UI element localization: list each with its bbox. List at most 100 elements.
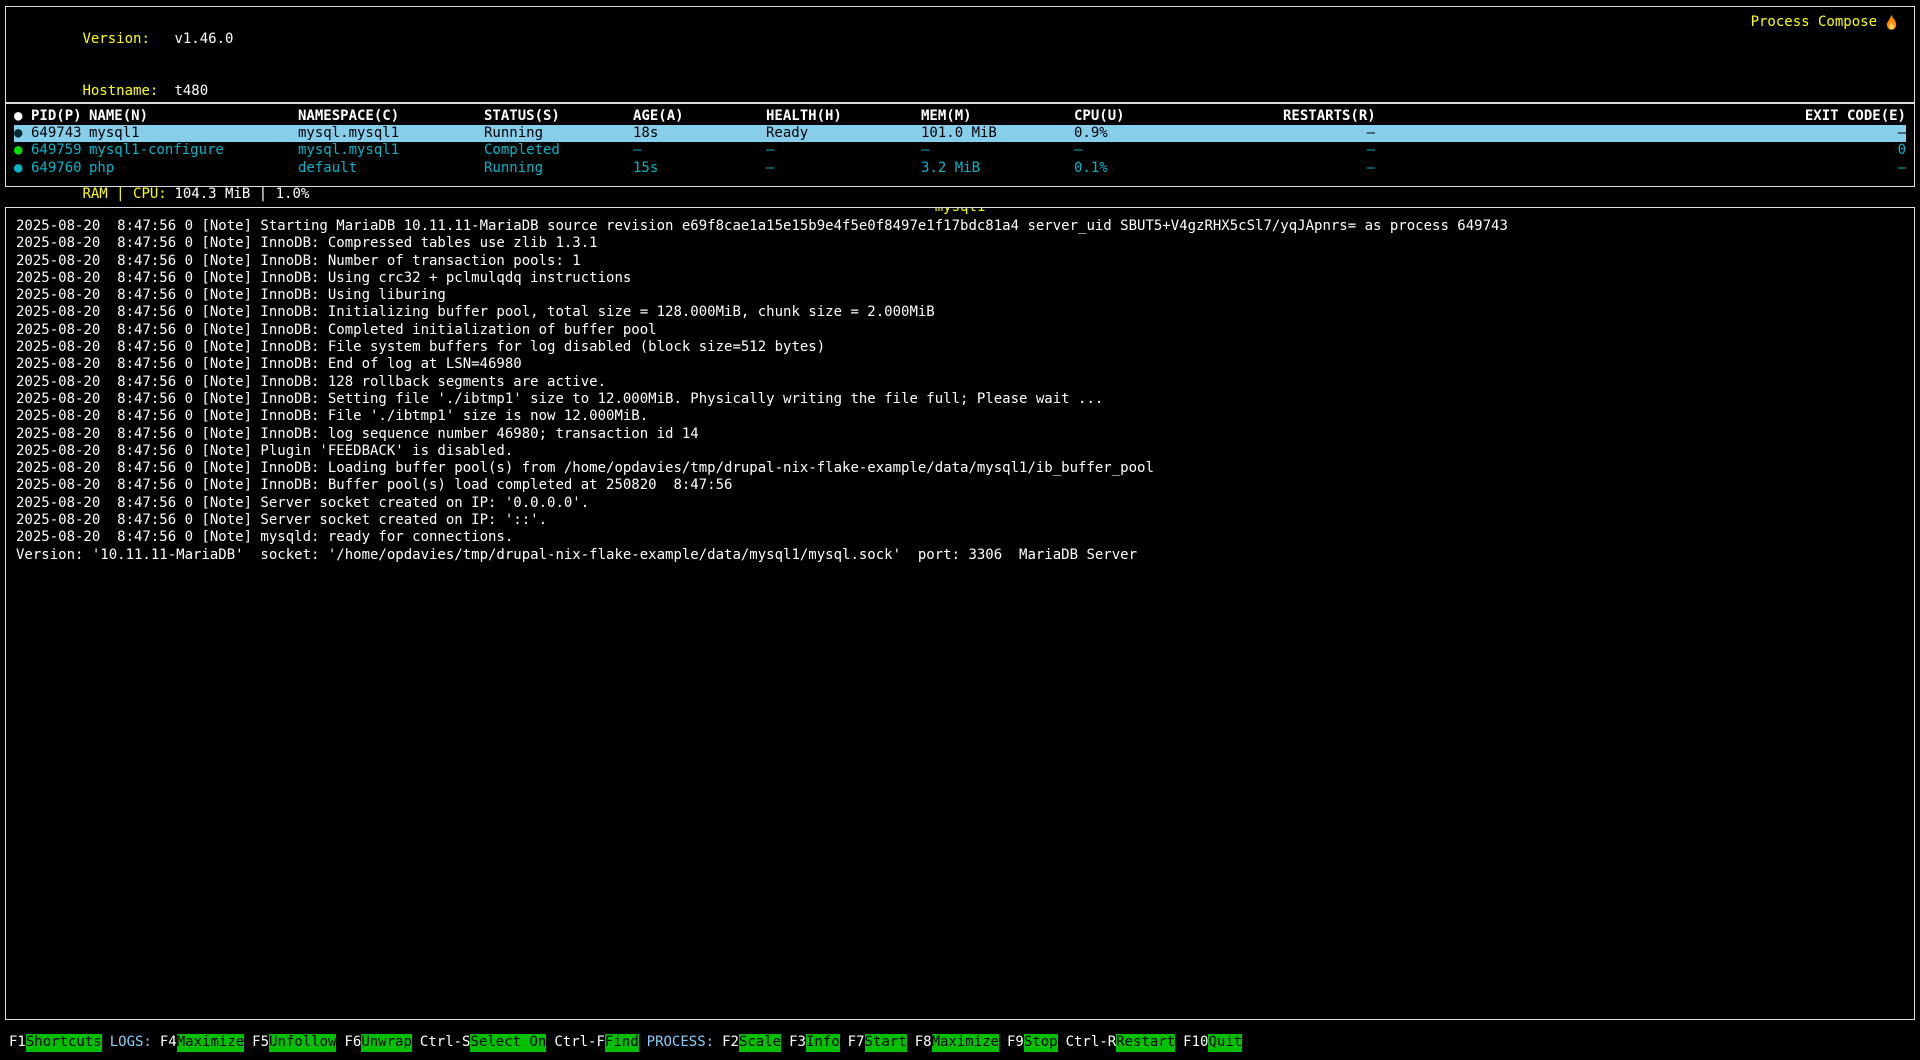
shortcut-key: F6 — [344, 1034, 361, 1051]
log-line: 2025-08-20 8:47:56 0 [Note] Plugin 'FEED… — [16, 443, 1904, 460]
app-title-text: Process Compose — [1751, 14, 1877, 31]
cell-pid: 649759 — [31, 142, 89, 159]
shortcut-action-label: Restart — [1116, 1034, 1175, 1051]
column-header: PID(P) — [31, 108, 89, 125]
shortcut-action-label: Scale — [739, 1034, 781, 1051]
log-line: 2025-08-20 8:47:56 0 [Note] InnoDB: Usin… — [16, 287, 1904, 304]
status-dot-icon: ● — [14, 142, 31, 159]
version-label: Version: — [82, 31, 174, 48]
cell-age: 15s — [633, 160, 766, 177]
shortcut-action-label: Unwrap — [361, 1034, 412, 1051]
column-header: NAMESPACE(C) — [298, 108, 484, 125]
log-line: 2025-08-20 8:47:56 0 [Note] InnoDB: End … — [16, 356, 1904, 373]
cell-namespace: mysql.mysql1 — [298, 125, 484, 142]
shortcut-item[interactable]: F2Scale — [722, 1034, 781, 1051]
table-row[interactable]: ● 649743 mysql1 mysql.mysql1 Running 18s… — [14, 125, 1906, 142]
cell-exit-code: – — [1375, 125, 1906, 142]
shortcut-item[interactable]: Ctrl-FFind — [554, 1034, 638, 1051]
shortcut-key: Ctrl-F — [554, 1034, 605, 1051]
hostname-label: Hostname: — [82, 83, 174, 100]
cell-name: php — [89, 160, 298, 177]
shortcut-item[interactable]: F5Unfollow — [252, 1034, 336, 1051]
cell-status: Running — [484, 160, 633, 177]
log-line: 2025-08-20 8:47:56 0 [Note] InnoDB: Comp… — [16, 322, 1904, 339]
log-line: 2025-08-20 8:47:56 0 [Note] InnoDB: Init… — [16, 304, 1904, 321]
column-header: CPU(U) — [1074, 108, 1283, 125]
log-panel: mysql1 2025-08-20 8:47:56 0 [Note] Start… — [5, 207, 1915, 1020]
shortcut-key: F9 — [1007, 1034, 1024, 1051]
log-line: 2025-08-20 8:47:56 0 [Note] InnoDB: Load… — [16, 460, 1904, 477]
shortcut-key: F4 — [160, 1034, 177, 1051]
log-line: Version: '10.11.11-MariaDB' socket: '/ho… — [16, 547, 1904, 564]
cell-cpu: 0.9% — [1074, 125, 1283, 142]
version-value: v1.46.0 — [174, 31, 233, 47]
cell-name: mysql1-configure — [89, 142, 298, 159]
table-row[interactable]: ● 649760 php default Running 15s – 3.2 M… — [14, 160, 1906, 177]
cell-name: mysql1 — [89, 125, 298, 142]
log-line: 2025-08-20 8:47:56 0 [Note] InnoDB: File… — [16, 339, 1904, 356]
table-row[interactable]: ● 649759 mysql1-configure mysql.mysql1 C… — [14, 142, 1906, 159]
shortcut-action-label: Shortcuts — [26, 1034, 102, 1051]
shortcut-item[interactable]: F3Info — [789, 1034, 840, 1051]
log-line: 2025-08-20 8:47:56 0 [Note] mysqld: read… — [16, 529, 1904, 546]
log-line: 2025-08-20 8:47:56 0 [Note] InnoDB: Usin… — [16, 270, 1904, 287]
shortcut-item[interactable]: F1Shortcuts — [9, 1034, 102, 1051]
cell-restarts: – — [1283, 125, 1375, 142]
cell-age: – — [633, 142, 766, 159]
shortcut-action-label: Find — [605, 1034, 639, 1051]
column-header: HEALTH(H) — [766, 108, 921, 125]
cell-mem: 101.0 MiB — [921, 125, 1074, 142]
header-panel: Version:v1.46.0 Hostname:t480 Processes:… — [5, 6, 1915, 103]
column-header: NAME(N) — [89, 108, 298, 125]
shortcut-item[interactable]: Ctrl-SSelect On — [420, 1034, 546, 1051]
column-header: STATUS(S) — [484, 108, 633, 125]
cell-restarts: – — [1283, 142, 1375, 159]
shortcut-key: Ctrl-R — [1066, 1034, 1117, 1051]
cell-pid: 649743 — [31, 125, 89, 142]
log-line: 2025-08-20 8:47:56 0 [Note] InnoDB: log … — [16, 426, 1904, 443]
shortcut-item[interactable]: F7Start — [848, 1034, 907, 1051]
column-header: AGE(A) — [633, 108, 766, 125]
shortcut-bar: F1ShortcutsLOGS:F4MaximizeF5UnfollowF6Un… — [5, 1032, 1915, 1054]
shortcut-action-label: Select On — [470, 1034, 546, 1051]
cell-mem: – — [921, 142, 1074, 159]
shortcut-key: F3 — [789, 1034, 806, 1051]
shortcut-item[interactable]: F4Maximize — [160, 1034, 244, 1051]
shortcut-item[interactable]: F6Unwrap — [344, 1034, 411, 1051]
cell-exit-code: – — [1375, 160, 1906, 177]
cell-exit-code: 0 — [1375, 142, 1906, 159]
shortcut-item[interactable]: F9Stop — [1007, 1034, 1058, 1051]
status-dot-icon: ● — [14, 160, 31, 177]
column-header: MEM(M) — [921, 108, 1074, 125]
cell-status: Completed — [484, 142, 633, 159]
status-dot-icon: ● — [14, 125, 31, 142]
shortcut-item[interactable]: F8Maximize — [915, 1034, 999, 1051]
log-line: 2025-08-20 8:47:56 0 [Note] InnoDB: Sett… — [16, 391, 1904, 408]
cell-mem: 3.2 MiB — [921, 160, 1074, 177]
shortcut-item[interactable]: F10Quit — [1183, 1034, 1242, 1051]
column-header: RESTARTS(R) — [1283, 108, 1375, 125]
column-header: EXIT CODE(E) — [1375, 108, 1906, 125]
shortcut-item[interactable]: Ctrl-RRestart — [1066, 1034, 1176, 1051]
shortcut-key: F2 — [722, 1034, 739, 1051]
table-header-row: ● PID(P)NAME(N)NAMESPACE(C)STATUS(S)AGE(… — [14, 108, 1906, 125]
cell-status: Running — [484, 125, 633, 142]
shortcut-action-label: Maximize — [932, 1034, 999, 1051]
cell-cpu: – — [1074, 142, 1283, 159]
cell-health: – — [766, 142, 921, 159]
fire-icon — [1884, 14, 1899, 32]
shortcut-action-label: Start — [865, 1034, 907, 1051]
ram-cpu-label: RAM | CPU: — [82, 186, 174, 203]
shortcut-section-label: PROCESS: — [647, 1034, 714, 1051]
log-line: 2025-08-20 8:47:56 0 [Note] InnoDB: 128 … — [16, 374, 1904, 391]
cell-namespace: default — [298, 160, 484, 177]
shortcut-key: F10 — [1183, 1034, 1208, 1051]
ram-cpu-value: 104.3 MiB | 1.0% — [174, 186, 309, 202]
cell-pid: 649760 — [31, 160, 89, 177]
shortcut-key: F7 — [848, 1034, 865, 1051]
log-line: 2025-08-20 8:47:56 0 [Note] Starting Mar… — [16, 218, 1904, 235]
version-line: Version:v1.46.0 — [15, 14, 309, 66]
shortcut-key: F5 — [252, 1034, 269, 1051]
cell-cpu: 0.1% — [1074, 160, 1283, 177]
shortcut-key: Ctrl-S — [420, 1034, 471, 1051]
